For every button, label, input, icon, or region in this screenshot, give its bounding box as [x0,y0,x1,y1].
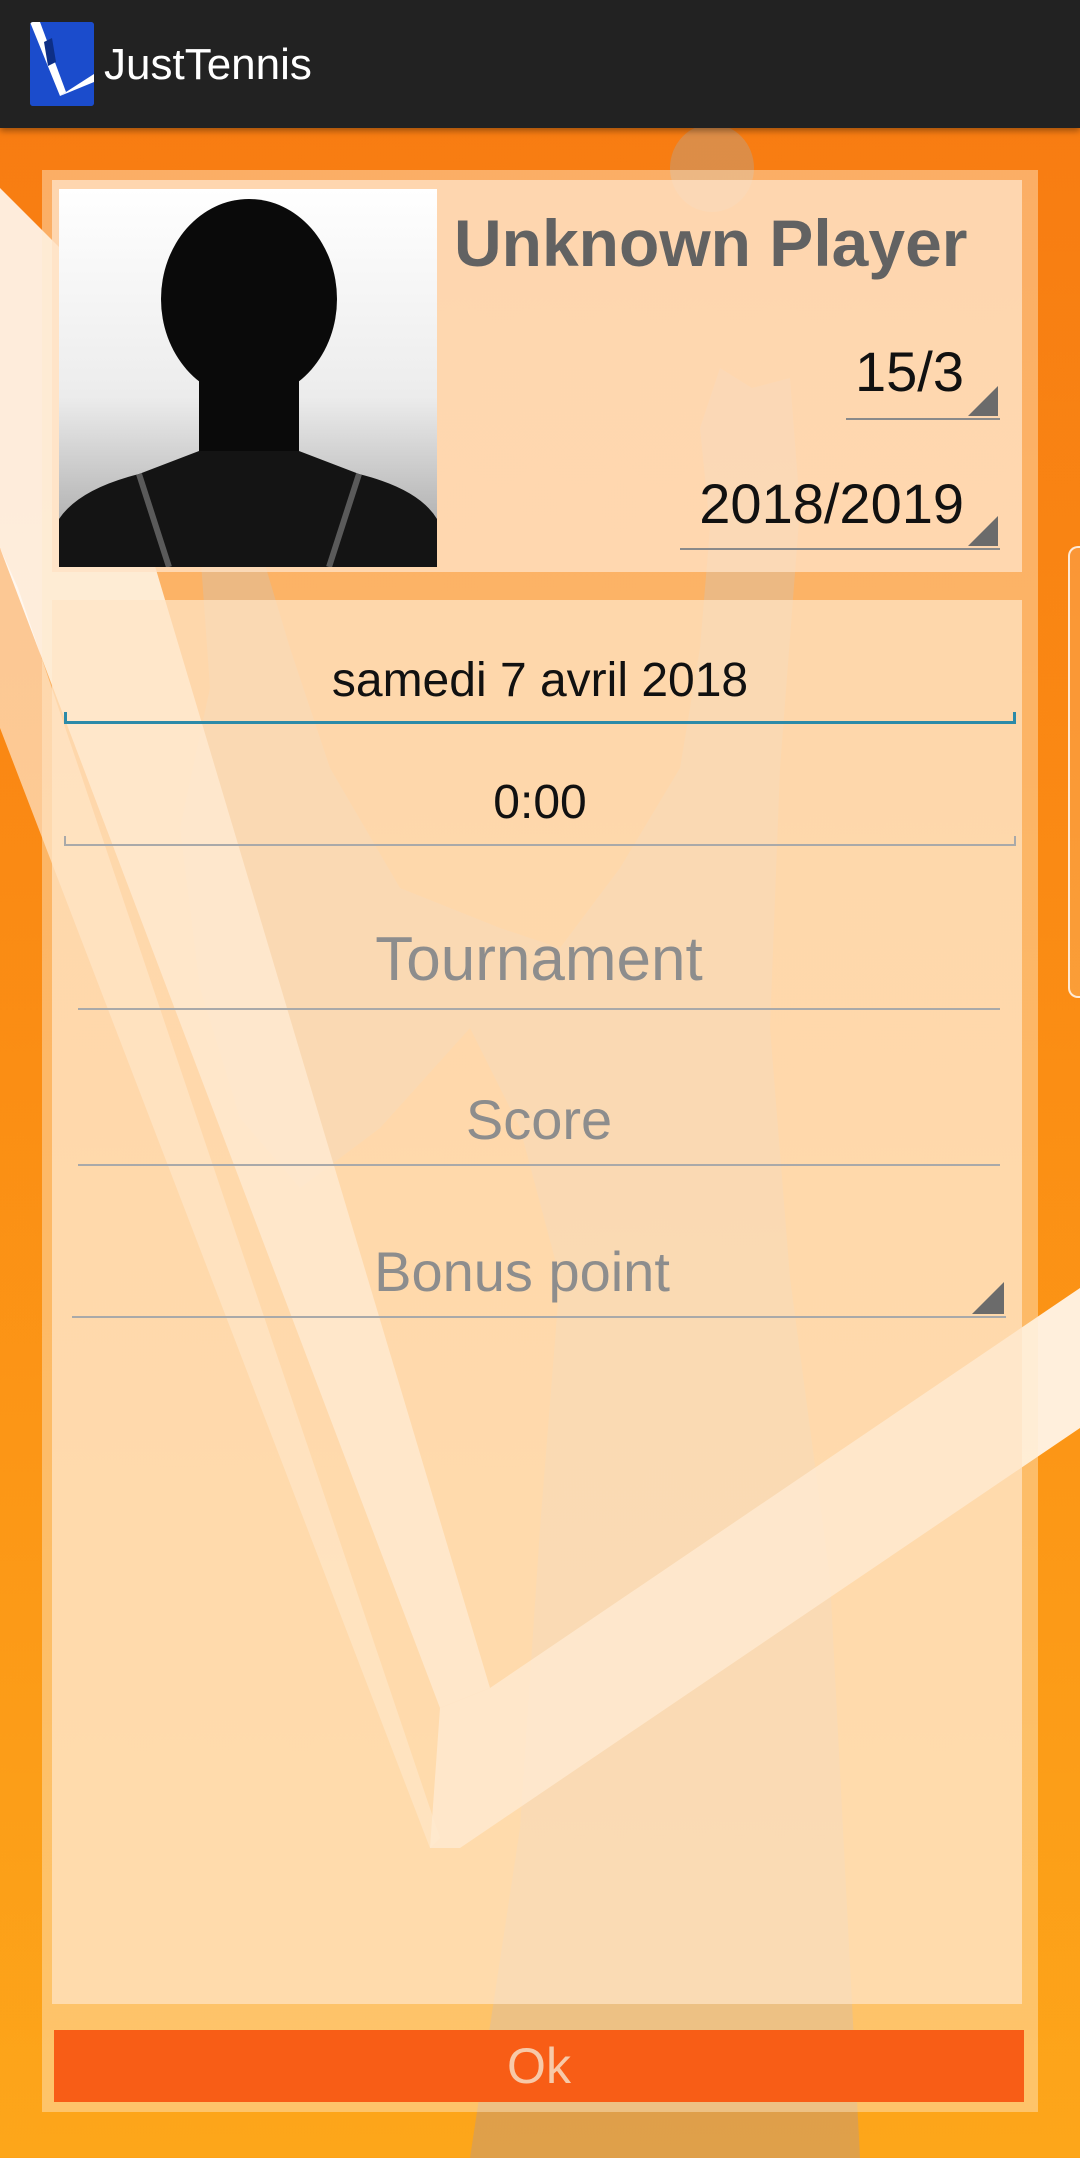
bonus-point-dropdown[interactable]: Bonus point [72,1234,1006,1318]
season-dropdown[interactable]: 2018/2019 [680,466,1000,550]
match-date-field[interactable]: samedi 7 avril 2018 [64,650,1016,724]
tournament-input[interactable]: Tournament [78,918,1000,1010]
edge-panel-handle[interactable] [1068,546,1080,998]
dropdown-triangle-icon [972,1282,1004,1314]
ok-button[interactable]: Ok [54,2030,1024,2102]
season-value: 2018/2019 [699,472,964,535]
player-name: Unknown Player [454,206,968,280]
dropdown-triangle-icon [968,516,998,546]
score-input[interactable]: Score [78,1082,1000,1166]
dropdown-triangle-icon [968,386,998,416]
app-bar: JustTennis [0,0,1080,128]
match-time-field[interactable]: 0:00 [64,772,1016,846]
ranking-value: 15/3 [855,340,964,403]
app-title: JustTennis [104,40,312,89]
app-logo-icon [30,22,94,106]
player-avatar[interactable] [59,189,437,567]
person-silhouette-icon [59,189,437,567]
ranking-dropdown[interactable]: 15/3 [846,334,1000,420]
bonus-point-placeholder: Bonus point [374,1240,670,1303]
